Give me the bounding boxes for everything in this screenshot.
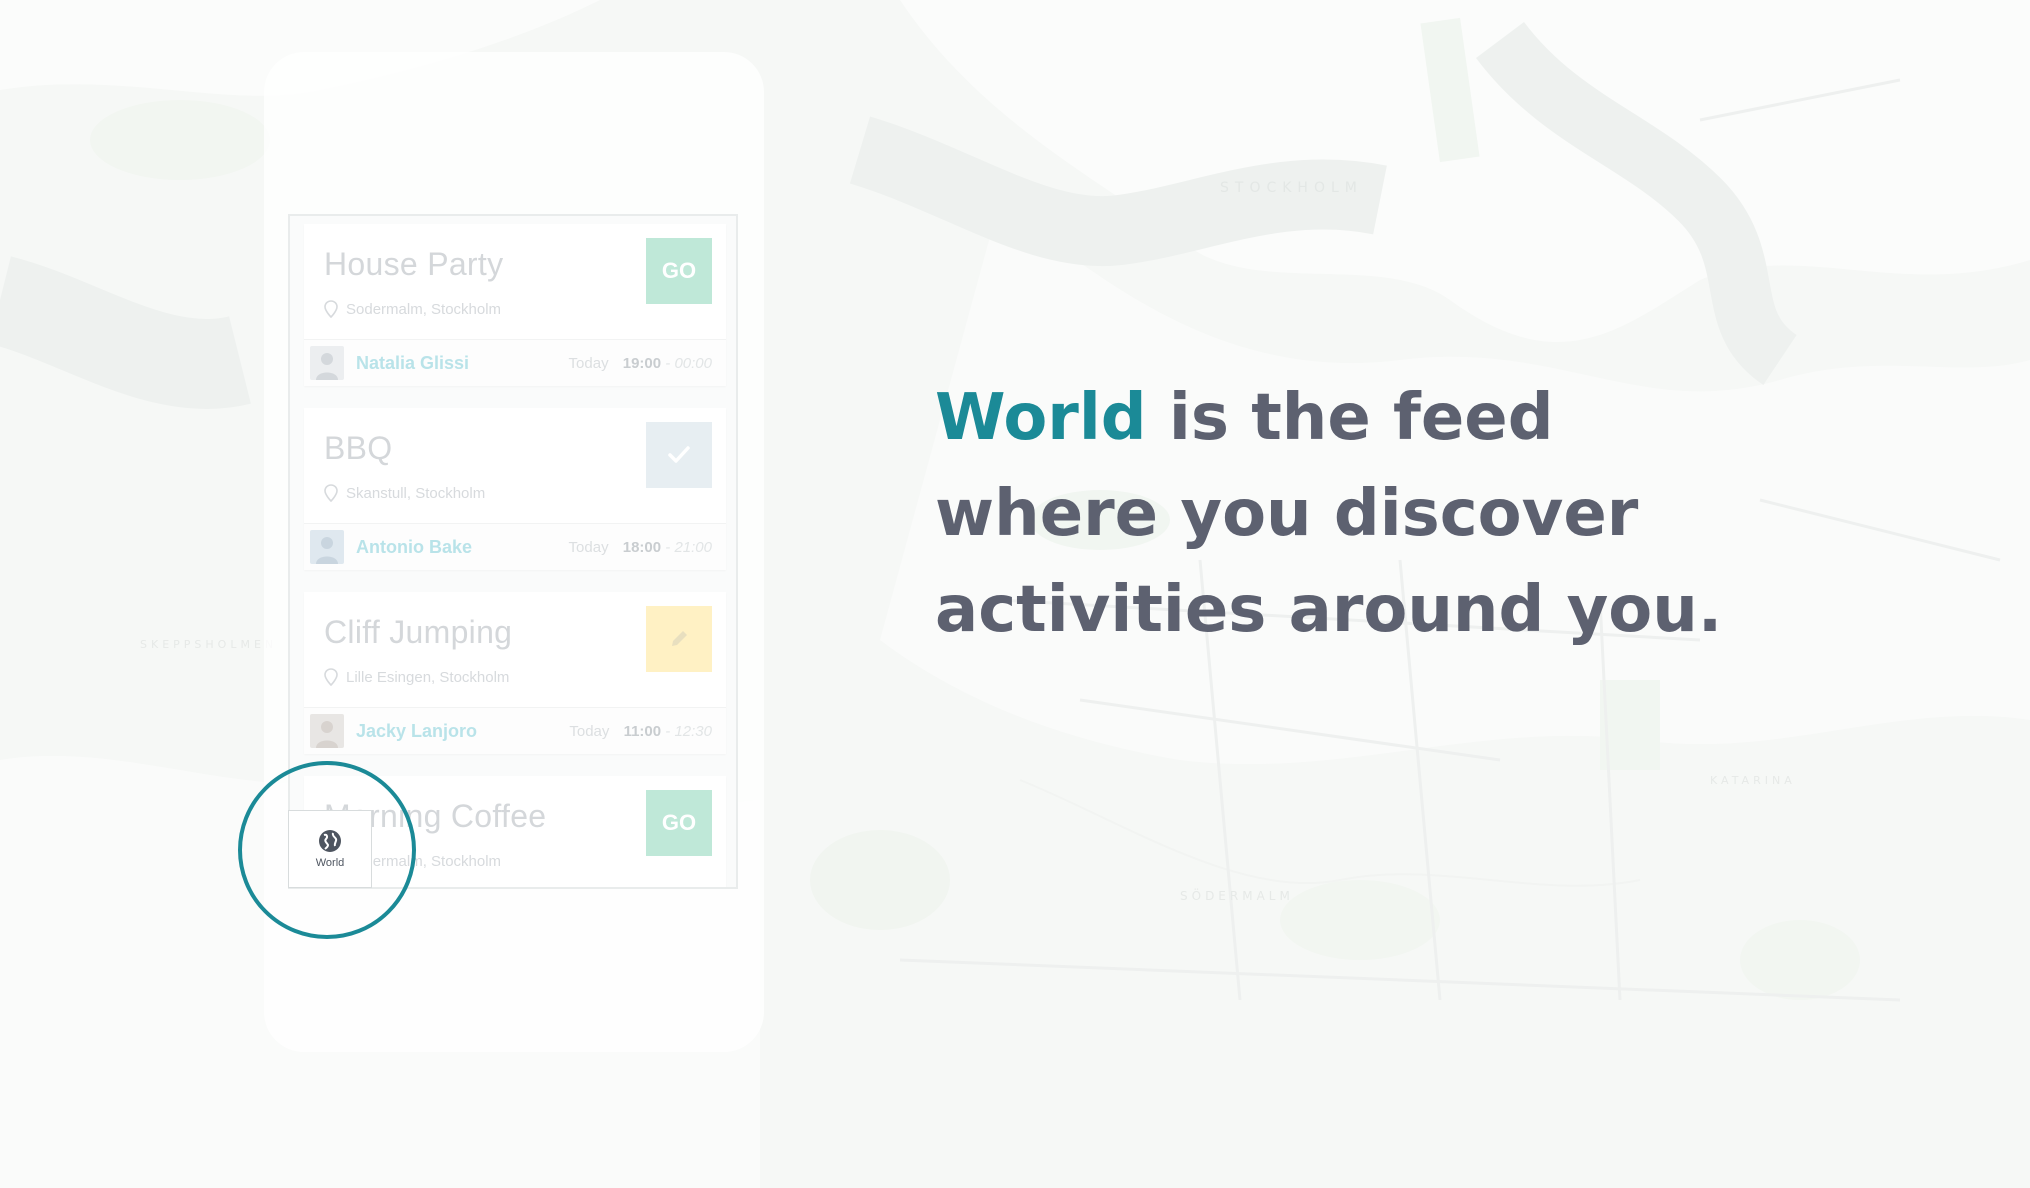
map-district-label: SKEPPSHOLMEN (140, 638, 277, 651)
host-name[interactable]: Antonio Bake (356, 537, 472, 558)
activity-title: BBQ (324, 430, 393, 466)
go-button-label: GO (661, 810, 697, 835)
activity-start-time: 19:00 (622, 354, 662, 372)
page-headline: World is the feed where you discover act… (935, 370, 1835, 658)
activity-title: House Party (324, 246, 504, 282)
headline-line-2: where you discover (935, 477, 1639, 551)
go-button-label: GO (661, 258, 697, 283)
go-button[interactable]: GO (646, 238, 712, 304)
activity-time: Today 18:00 - 21:00 (569, 539, 712, 556)
activity-location: Lille Esingen, Stockholm (324, 668, 509, 686)
location-pin-icon (324, 668, 338, 686)
activity-day: Today (569, 722, 610, 740)
activity-footer: Natalia Glissi Today 19:00 - 00:00 (304, 339, 726, 386)
headline-line-3: activities around you. (935, 573, 1723, 647)
map-district-label: SÖDERMALM (1180, 887, 1294, 903)
check-icon (668, 446, 690, 463)
activity-footer: Jacky Lanjoro Today 11:00 - 12:30 (304, 707, 726, 754)
activity-end-time: - 00:00 (665, 354, 712, 372)
activity-card[interactable]: BBQ Skanstull, Stockholm Antonio Bake To… (304, 408, 726, 570)
activity-card[interactable]: Cliff Jumping Lille Esingen, Stockholm J… (304, 592, 726, 754)
activity-location-text: Lille Esingen, Stockholm (346, 668, 510, 686)
activity-start-time: 18:00 (622, 538, 662, 556)
activity-start-time: 11:00 (623, 722, 662, 740)
activity-location-text: Sodermalm, Stockholm (346, 300, 502, 318)
headline-accent: World (935, 381, 1147, 455)
joined-button[interactable] (646, 422, 712, 488)
activity-title: Cliff Jumping (324, 614, 513, 650)
headline-line-1: World is the feed (935, 370, 1835, 466)
map-district-label: KATARINA (1710, 774, 1796, 787)
highlight-ring (238, 761, 416, 939)
avatar[interactable] (310, 530, 344, 564)
activity-footer: Antonio Bake Today 18:00 - 21:00 (304, 523, 726, 570)
avatar[interactable] (310, 714, 344, 748)
pencil-icon (672, 631, 687, 646)
activity-location: Sodermalm, Stockholm (324, 300, 501, 318)
activity-time: Today 19:00 - 00:00 (569, 355, 712, 372)
go-button[interactable]: GO (646, 790, 712, 856)
activity-end-time: - 21:00 (665, 538, 712, 556)
headline-line-1-text: is the feed (1146, 381, 1554, 455)
map-city-label: STOCKHOLM (1220, 180, 1363, 196)
activity-day: Today (568, 538, 609, 556)
location-pin-icon (324, 484, 338, 502)
host-name[interactable]: Natalia Glissi (356, 353, 469, 374)
location-pin-icon (324, 300, 338, 318)
activity-time: Today 11:00 - 12:30 (569, 723, 712, 740)
host-name[interactable]: Jacky Lanjoro (356, 721, 477, 742)
activity-end-time: - 12:30 (665, 722, 712, 740)
edit-button[interactable] (646, 606, 712, 672)
activity-card[interactable]: House Party Sodermalm, Stockholm GO Nata… (304, 224, 726, 386)
activity-day: Today (568, 354, 609, 372)
activity-location-text: Skanstull, Stockholm (346, 484, 486, 502)
activity-location: Skanstull, Stockholm (324, 484, 485, 502)
avatar[interactable] (310, 346, 344, 380)
page-stage: STOCKHOLM SÖDERMALM KATARINA SKEPPSHOLME… (0, 0, 2030, 1188)
